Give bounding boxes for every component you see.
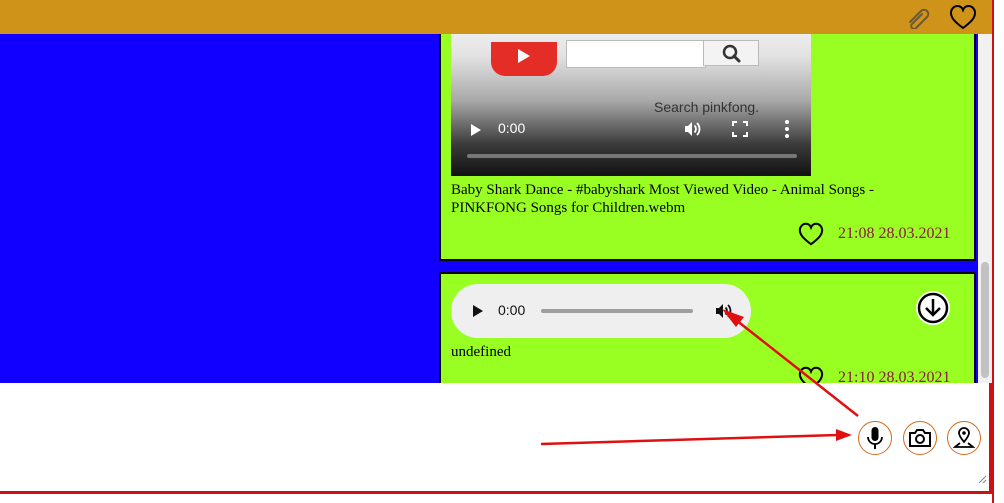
audio-time: 0:00 xyxy=(498,302,526,318)
camera-icon xyxy=(909,429,931,447)
location-icon xyxy=(953,427,975,448)
location-button[interactable] xyxy=(947,421,981,455)
search-icon xyxy=(722,44,741,63)
chat-area[interactable]: Search pinkfong. 0:00 Baby Shark Dance -… xyxy=(0,34,978,383)
video-search-box xyxy=(566,40,706,68)
video-progress-bar[interactable] xyxy=(467,154,797,158)
camera-button[interactable] xyxy=(903,421,937,455)
audio-play-button[interactable] xyxy=(473,305,483,317)
message-composer[interactable] xyxy=(0,383,992,494)
audio-progress-bar[interactable] xyxy=(541,309,693,313)
like-heart-icon[interactable] xyxy=(797,365,825,383)
video-play-button[interactable] xyxy=(471,124,481,136)
heart-icon[interactable] xyxy=(948,3,978,36)
video-fullscreen-icon[interactable] xyxy=(732,121,748,142)
audio-volume-icon[interactable] xyxy=(713,301,733,326)
video-overlay-text: Search pinkfong. xyxy=(654,99,760,115)
window-border xyxy=(992,0,994,503)
video-search-button xyxy=(703,40,759,66)
like-heart-icon[interactable] xyxy=(797,221,825,252)
video-volume-icon[interactable] xyxy=(682,119,702,144)
resize-handle-icon[interactable] xyxy=(977,471,987,489)
youtube-logo xyxy=(491,42,557,76)
top-bar xyxy=(0,0,992,34)
message-card-video: Search pinkfong. 0:00 Baby Shark Dance -… xyxy=(439,34,976,261)
video-more-icon[interactable] xyxy=(784,119,790,144)
paperclip-icon[interactable] xyxy=(906,5,932,34)
message-caption: undefined xyxy=(451,344,511,360)
microphone-button[interactable] xyxy=(858,421,892,455)
scrollbar-thumb[interactable] xyxy=(981,262,989,378)
microphone-icon xyxy=(867,427,883,449)
chat-scrollbar[interactable] xyxy=(978,34,992,383)
download-icon[interactable] xyxy=(915,290,951,331)
message-card-audio: 0:00 undefined 21:10 28.03.2021 xyxy=(439,272,976,383)
message-timestamp: 21:08 28.03.2021 xyxy=(838,225,951,242)
video-time: 0:00 xyxy=(498,120,526,136)
video-player[interactable]: Search pinkfong. 0:00 xyxy=(451,34,811,176)
audio-player[interactable]: 0:00 xyxy=(451,284,751,338)
message-caption: Baby Shark Dance - #babyshark Most Viewe… xyxy=(451,182,874,216)
message-timestamp: 21:10 28.03.2021 xyxy=(838,369,951,383)
